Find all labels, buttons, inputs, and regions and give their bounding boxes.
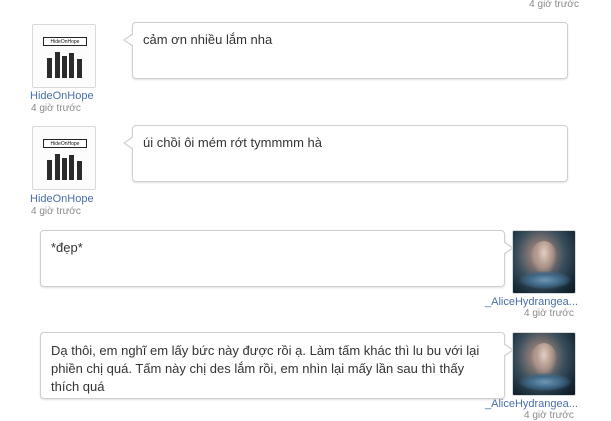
timestamp: 4 giờ trước [529, 0, 579, 10]
message-text: cảm ơn nhiều lắm nha [143, 32, 273, 47]
alice-portrait-icon [531, 343, 557, 377]
message-text: úi chồi ôi mém rớt tymmmm hà [143, 135, 322, 150]
avatar[interactable]: HideOnHope [32, 24, 96, 88]
alice-flowers-decoration [519, 271, 571, 289]
message-time: 4 giờ trước [524, 410, 574, 421]
avatar[interactable] [512, 332, 576, 396]
message-bubble: Dạ thôi, em nghĩ em lấy bức này được rồi… [40, 332, 514, 399]
alice-portrait-icon [531, 241, 557, 275]
avatar[interactable] [512, 230, 576, 294]
username-link[interactable]: _AliceHydrangea... [485, 296, 578, 308]
message-text: *đẹp* [51, 240, 83, 255]
username-link[interactable]: HideOnHope [30, 90, 94, 102]
hideonhope-logo-icon [47, 52, 83, 78]
message-bubble: úi chồi ôi mém rớt tymmmm hà [123, 125, 568, 182]
avatar[interactable]: HideOnHope [32, 126, 96, 190]
username-link[interactable]: _AliceHydrangea... [485, 398, 578, 410]
hideonhope-logo-icon [47, 154, 83, 180]
message-time: 4 giờ trước [31, 206, 81, 217]
message-time: 4 giờ trước [524, 308, 574, 319]
message-text: Dạ thôi, em nghĩ em lấy bức này được rồi… [51, 343, 480, 394]
avatar-logo-text: HideOnHope [43, 37, 87, 46]
avatar-logo-text: HideOnHope [43, 139, 87, 148]
alice-flowers-decoration [519, 373, 571, 391]
message-time: 4 giờ trước [31, 103, 81, 114]
message-bubble: *đẹp* [40, 230, 514, 287]
username-link[interactable]: HideOnHope [30, 193, 94, 205]
message-bubble: cảm ơn nhiều lắm nha [123, 22, 568, 79]
